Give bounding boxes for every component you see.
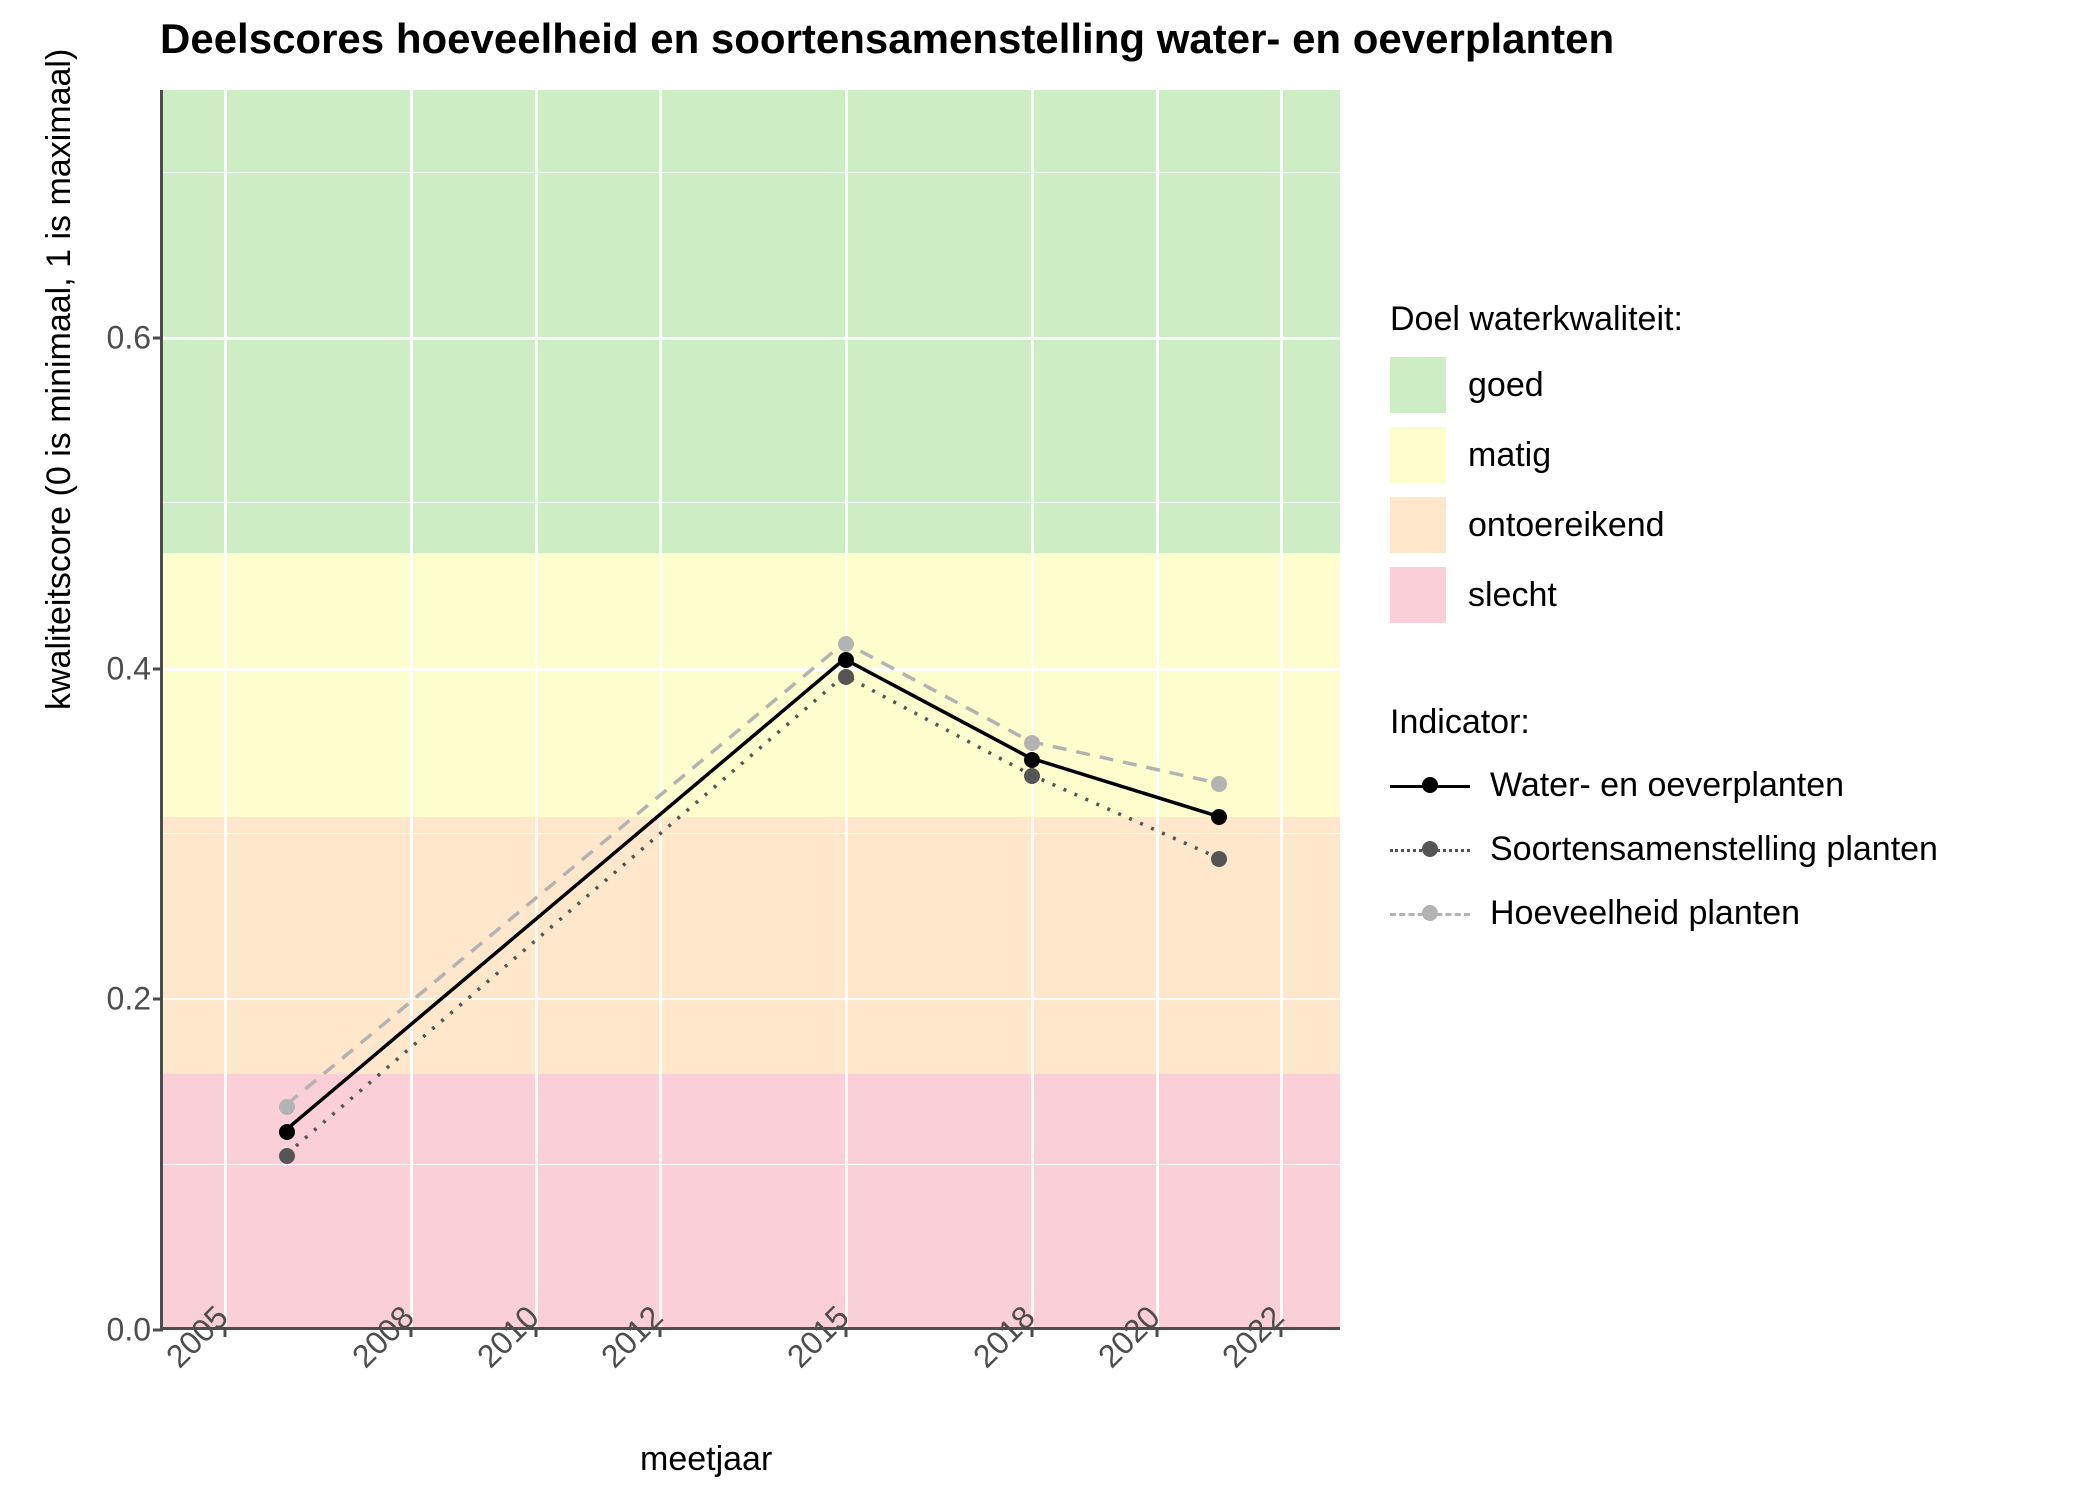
gridline-h	[163, 337, 1340, 340]
x-tick-mark	[410, 1327, 413, 1337]
legend-swatch	[1390, 567, 1446, 623]
gridline-v	[1156, 90, 1159, 1327]
data-point	[279, 1124, 295, 1140]
plot-area: 0.00.20.40.62005200820102012201520182020…	[160, 90, 1340, 1330]
y-tick-mark	[153, 667, 163, 670]
data-point	[1024, 752, 1040, 768]
band-matig	[163, 553, 1340, 818]
x-tick-mark	[1031, 1327, 1034, 1337]
x-tick-mark	[845, 1327, 848, 1337]
y-tick-mark	[153, 1329, 163, 1332]
x-axis-label: meetjaar	[640, 1440, 772, 1479]
x-tick-mark	[1279, 1327, 1282, 1337]
legend-dot-icon	[1422, 905, 1438, 921]
legend-series-title: Indicator:	[1390, 703, 1938, 742]
legend-series-label: Water- en oeverplanten	[1490, 766, 1844, 805]
gridline-v	[410, 90, 413, 1327]
legend-dot-icon	[1422, 841, 1438, 857]
legend-band-row: slecht	[1390, 567, 1938, 623]
y-axis-label: kwaliteitscore (0 is minimaal, 1 is maxi…	[40, 49, 79, 710]
legend-series-row: Hoeveelheid planten	[1390, 888, 1938, 938]
plot-panel	[163, 90, 1340, 1327]
legend: Doel waterkwaliteit: goed matig ontoereike…	[1390, 300, 1938, 952]
legend-band-label: matig	[1468, 436, 1551, 475]
band-goed	[163, 90, 1340, 553]
y-tick-label: 0.4	[71, 650, 151, 687]
legend-series-sample	[1390, 760, 1470, 810]
gridline-v	[1031, 90, 1034, 1327]
data-point	[279, 1148, 295, 1164]
legend-band-label: goed	[1468, 366, 1544, 405]
band-ontoereikend	[163, 817, 1340, 1073]
chart-title: Deelscores hoeveelheid en soortensamenst…	[160, 15, 1614, 63]
legend-series-label: Hoeveelheid planten	[1490, 894, 1800, 933]
data-point	[838, 669, 854, 685]
data-point	[1211, 851, 1227, 867]
chart-container: Deelscores hoeveelheid en soortensamenst…	[0, 0, 2100, 1500]
gridline-h	[163, 998, 1340, 1000]
gridline-h-minor	[163, 1164, 1340, 1165]
x-tick-mark	[534, 1327, 537, 1337]
legend-swatch	[1390, 427, 1446, 483]
y-tick-mark	[153, 337, 163, 340]
gridline-v	[845, 90, 848, 1327]
legend-band-label: slecht	[1468, 576, 1557, 615]
data-point	[1024, 735, 1040, 751]
gridline-v	[1280, 90, 1283, 1327]
data-point	[1024, 768, 1040, 784]
y-tick-label: 0.6	[71, 320, 151, 357]
gridline-h-minor	[163, 172, 1340, 173]
gridline-h-minor	[163, 502, 1340, 503]
legend-series-sample	[1390, 888, 1470, 938]
gridline-v	[535, 90, 538, 1327]
legend-series-row: Soortensamenstelling planten	[1390, 824, 1938, 874]
data-point	[279, 1099, 295, 1115]
legend-swatch	[1390, 497, 1446, 553]
legend-swatch	[1390, 357, 1446, 413]
band-slecht	[163, 1074, 1340, 1327]
y-tick-mark	[153, 998, 163, 1001]
gridline-v	[659, 90, 662, 1327]
data-point	[838, 652, 854, 668]
y-tick-label: 0.2	[71, 981, 151, 1018]
y-tick-label: 0.0	[71, 1312, 151, 1349]
data-point	[1211, 776, 1227, 792]
legend-band-row: ontoereikend	[1390, 497, 1938, 553]
legend-bands-title: Doel waterkwaliteit:	[1390, 300, 1938, 339]
x-tick-mark	[658, 1327, 661, 1337]
legend-series-label: Soortensamenstelling planten	[1490, 830, 1938, 869]
legend-dot-icon	[1422, 777, 1438, 793]
gridline-v	[224, 90, 227, 1327]
legend-series-row: Water- en oeverplanten	[1390, 760, 1938, 810]
gridline-h-minor	[163, 833, 1340, 834]
legend-series: Water- en oeverplanten Soortensamenstelli…	[1390, 760, 1938, 938]
x-tick-mark	[224, 1327, 227, 1337]
gridline-h	[163, 668, 1340, 671]
data-point	[838, 636, 854, 652]
x-tick-mark	[1155, 1327, 1158, 1337]
legend-band-row: matig	[1390, 427, 1938, 483]
data-point	[1211, 809, 1227, 825]
legend-band-row: goed	[1390, 357, 1938, 413]
legend-bands: goed matig ontoereikend slecht	[1390, 357, 1938, 623]
legend-series-sample	[1390, 824, 1470, 874]
legend-band-label: ontoereikend	[1468, 506, 1665, 545]
